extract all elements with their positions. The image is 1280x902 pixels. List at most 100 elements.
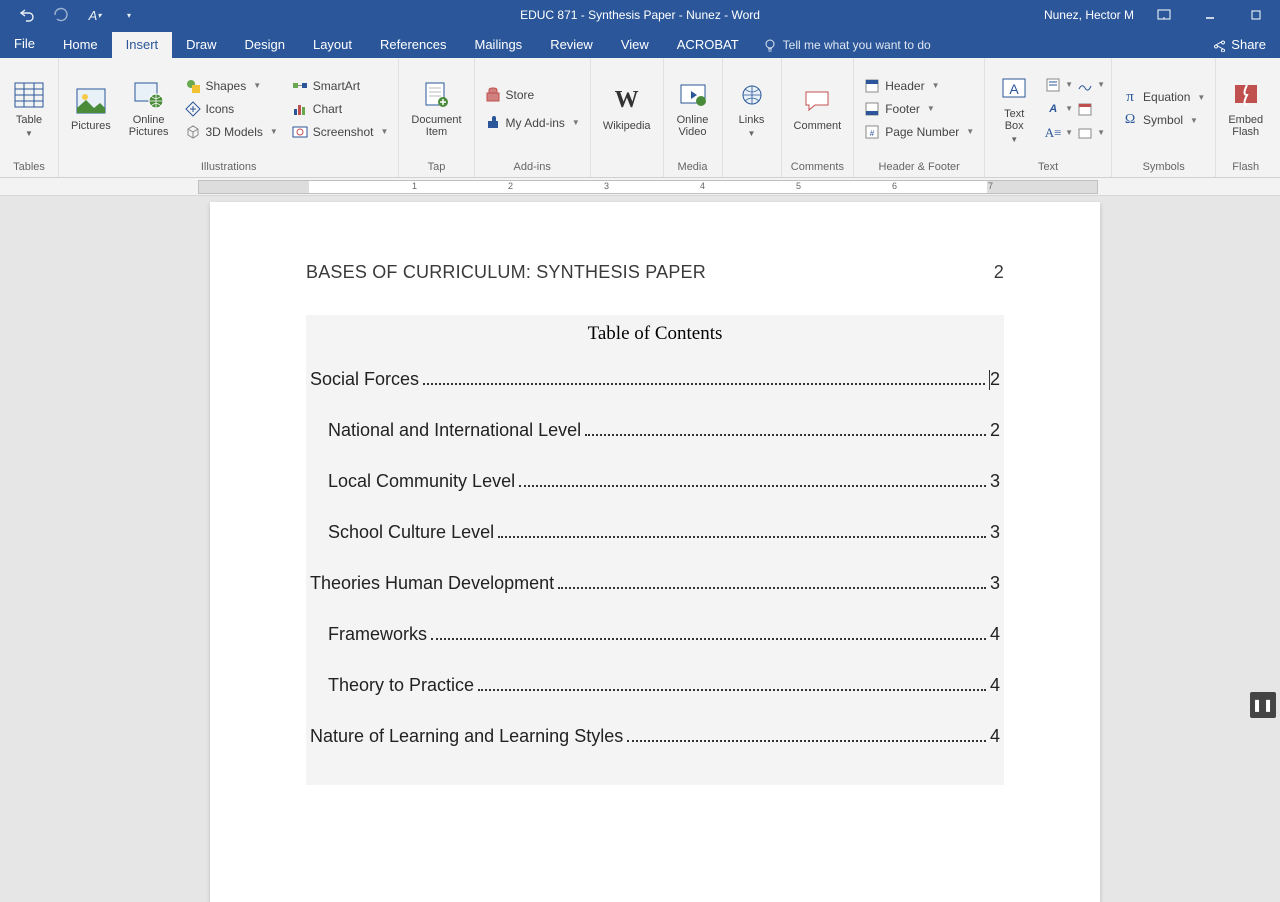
- table-button[interactable]: Table ▼: [6, 77, 52, 140]
- equation-button[interactable]: πEquation▼: [1118, 86, 1209, 108]
- quick-parts-icon[interactable]: [1043, 75, 1063, 95]
- chevron-down-icon[interactable]: ▼: [1065, 128, 1073, 137]
- maximize-button[interactable]: [1240, 1, 1272, 29]
- symbol-button[interactable]: ΩSymbol▼: [1118, 109, 1209, 131]
- toc-entry-page: 4: [990, 675, 1000, 696]
- chart-button[interactable]: Chart: [288, 98, 393, 120]
- user-name[interactable]: Nunez, Hector M: [1044, 8, 1134, 22]
- page-number: 2: [994, 262, 1004, 283]
- chevron-down-icon: ▼: [748, 129, 756, 138]
- footer-button[interactable]: Footer▼: [860, 98, 978, 120]
- file-tab[interactable]: File: [0, 30, 49, 58]
- toc-field[interactable]: Table of Contents Social Forces 2Nationa…: [306, 315, 1004, 785]
- toc-entry[interactable]: Frameworks 4: [310, 624, 1000, 645]
- chevron-down-icon[interactable]: ▼: [1065, 80, 1073, 89]
- tab-acrobat[interactable]: ACROBAT: [663, 32, 753, 58]
- tab-draw[interactable]: Draw: [172, 32, 230, 58]
- toc-entry-page: 2: [989, 369, 1000, 390]
- toc-leader-dots: [431, 638, 986, 640]
- ribbon-display-button[interactable]: [1148, 1, 1180, 29]
- chevron-down-icon[interactable]: ▼: [1065, 104, 1073, 113]
- icons-button[interactable]: Icons: [181, 98, 282, 120]
- chart-icon: [292, 101, 308, 117]
- toc-entry-title: Theories Human Development: [310, 573, 554, 594]
- toc-leader-dots: [478, 689, 986, 691]
- screenshot-button[interactable]: Screenshot▼: [288, 121, 393, 143]
- chevron-down-icon: ▼: [572, 118, 580, 127]
- group-links: Links ▼: [723, 58, 782, 177]
- tab-view[interactable]: View: [607, 32, 663, 58]
- share-button[interactable]: Share: [1199, 32, 1280, 58]
- wordart-icon[interactable]: A: [1043, 99, 1063, 119]
- chevron-down-icon[interactable]: ▼: [1097, 80, 1105, 89]
- toc-entry[interactable]: Social Forces 2: [310, 369, 1000, 390]
- lightbulb-icon: [763, 38, 777, 52]
- horizontal-ruler[interactable]: 1234567: [0, 178, 1280, 196]
- text-cursor: [989, 370, 990, 390]
- shapes-button[interactable]: Shapes▼: [181, 75, 282, 97]
- toc-entry[interactable]: National and International Level 2: [310, 420, 1000, 441]
- toc-entry[interactable]: Theories Human Development 3: [310, 573, 1000, 594]
- 3d-models-button[interactable]: 3D Models▼: [181, 121, 282, 143]
- wikipedia-button[interactable]: W Wikipedia: [597, 83, 657, 134]
- svg-text:#: #: [870, 129, 875, 138]
- link-icon: [736, 79, 768, 111]
- document-page[interactable]: BASES OF CURRICULUM: SYNTHESIS PAPER 2 T…: [210, 202, 1100, 902]
- links-button[interactable]: Links ▼: [729, 77, 775, 140]
- online-video-button[interactable]: Online Video: [670, 77, 716, 140]
- drop-cap-icon[interactable]: A≡: [1043, 123, 1063, 143]
- footer-icon: [864, 101, 880, 117]
- tab-references[interactable]: References: [366, 32, 460, 58]
- tab-design[interactable]: Design: [231, 32, 299, 58]
- document-item-button[interactable]: Document Item: [405, 77, 467, 140]
- toc-leader-dots: [519, 485, 986, 487]
- share-icon: [1213, 38, 1227, 52]
- tab-mailings[interactable]: Mailings: [461, 32, 537, 58]
- group-illustrations: Pictures Online Pictures Shapes▼ Icons 3…: [59, 58, 399, 177]
- quick-access-toolbar: A▾ ▾: [0, 6, 138, 24]
- pictures-button[interactable]: Pictures: [65, 83, 117, 134]
- tab-layout[interactable]: Layout: [299, 32, 366, 58]
- tab-review[interactable]: Review: [536, 32, 607, 58]
- tab-home[interactable]: Home: [49, 32, 112, 58]
- group-tables: Table ▼ Tables: [0, 58, 59, 177]
- comment-button[interactable]: Comment: [788, 83, 848, 134]
- font-format-button[interactable]: A▾: [86, 6, 104, 24]
- toc-leader-dots: [498, 536, 986, 538]
- page-number-button[interactable]: #Page Number▼: [860, 121, 978, 143]
- tab-insert[interactable]: Insert: [112, 32, 173, 58]
- undo-button[interactable]: [18, 6, 36, 24]
- text-box-button[interactable]: A Text Box ▼: [991, 71, 1037, 146]
- group-comments: Comment Comments: [782, 58, 855, 177]
- header-button[interactable]: Header▼: [860, 75, 978, 97]
- toc-entry[interactable]: Nature of Learning and Learning Styles 4: [310, 726, 1000, 747]
- group-media: Online Video Media: [664, 58, 723, 177]
- smartart-button[interactable]: SmartArt: [288, 75, 393, 97]
- group-wikipedia: W Wikipedia: [591, 58, 664, 177]
- toc-entry[interactable]: Local Community Level 3: [310, 471, 1000, 492]
- toc-leader-dots: [558, 587, 986, 589]
- store-icon: [485, 87, 501, 103]
- store-button[interactable]: Store: [481, 84, 539, 106]
- date-time-icon[interactable]: [1075, 99, 1095, 119]
- embed-flash-button[interactable]: Embed Flash: [1222, 77, 1269, 140]
- toc-entry[interactable]: School Culture Level 3: [310, 522, 1000, 543]
- group-tap: Document Item Tap: [399, 58, 474, 177]
- group-flash: Embed Flash Flash: [1216, 58, 1275, 177]
- my-addins-button[interactable]: My Add-ins▼: [481, 112, 584, 134]
- toc-entry-page: 3: [990, 522, 1000, 543]
- chevron-down-icon: ▼: [270, 127, 278, 136]
- redo-button[interactable]: [52, 6, 70, 24]
- object-icon[interactable]: [1075, 123, 1095, 143]
- qat-overflow-button[interactable]: ▾: [120, 6, 138, 24]
- signature-line-icon[interactable]: [1075, 75, 1095, 95]
- toc-entry-page: 3: [990, 573, 1000, 594]
- toc-entry-title: Local Community Level: [328, 471, 515, 492]
- comment-icon: [801, 85, 833, 117]
- minimize-button[interactable]: [1194, 1, 1226, 29]
- chevron-down-icon[interactable]: ▼: [1097, 128, 1105, 137]
- toc-entry[interactable]: Theory to Practice 4: [310, 675, 1000, 696]
- tell-me[interactable]: Tell me what you want to do: [763, 32, 931, 58]
- online-pictures-button[interactable]: Online Pictures: [123, 77, 175, 140]
- chevron-down-icon: ▼: [927, 104, 935, 113]
